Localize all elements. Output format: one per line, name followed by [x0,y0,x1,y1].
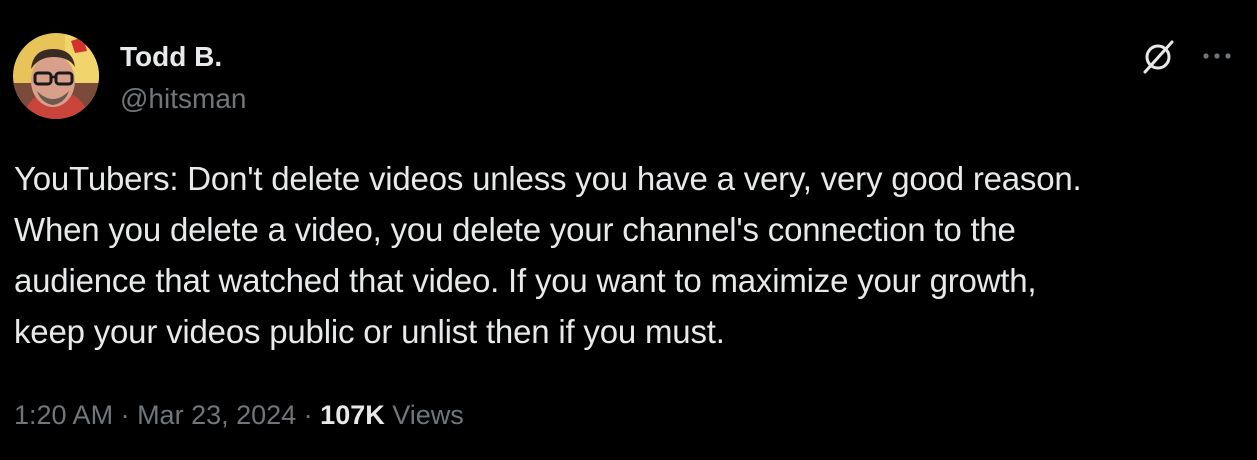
views-label: Views [384,400,464,430]
author-display-name[interactable]: Todd B. [120,40,222,74]
avatar[interactable] [13,33,99,119]
author-handle[interactable]: @hitsman [120,82,246,116]
tweet-text-line: When you delete a video, you delete your… [14,211,1016,248]
tweet-card: Todd B. @hitsman YouTubers: Don't delete… [0,0,1257,460]
ellipsis-icon [1203,53,1231,59]
tweet-text-line: keep your videos public or unlist then i… [14,313,725,350]
tweet-text-line: audience that watched that video. If you… [14,262,1037,299]
more-options-icon[interactable] [1197,36,1237,76]
tweet-date[interactable]: Mar 23, 2024 [137,400,296,430]
grok-glyph-icon [1143,40,1174,74]
tweet-text: YouTubers: Don't delete videos unless yo… [14,153,1239,357]
views-count[interactable]: 107K [320,400,385,430]
tweet-time[interactable]: 1:20 AM [14,400,113,430]
meta-separator: · [296,400,321,430]
meta-separator: · [113,400,138,430]
user-avatar-icon [13,33,99,119]
tweet-text-line: YouTubers: Don't delete videos unless yo… [14,160,1082,197]
grok-icon[interactable] [1139,36,1179,76]
tweet-meta: 1:20 AM · Mar 23, 2024 · 107K Views [14,398,464,432]
